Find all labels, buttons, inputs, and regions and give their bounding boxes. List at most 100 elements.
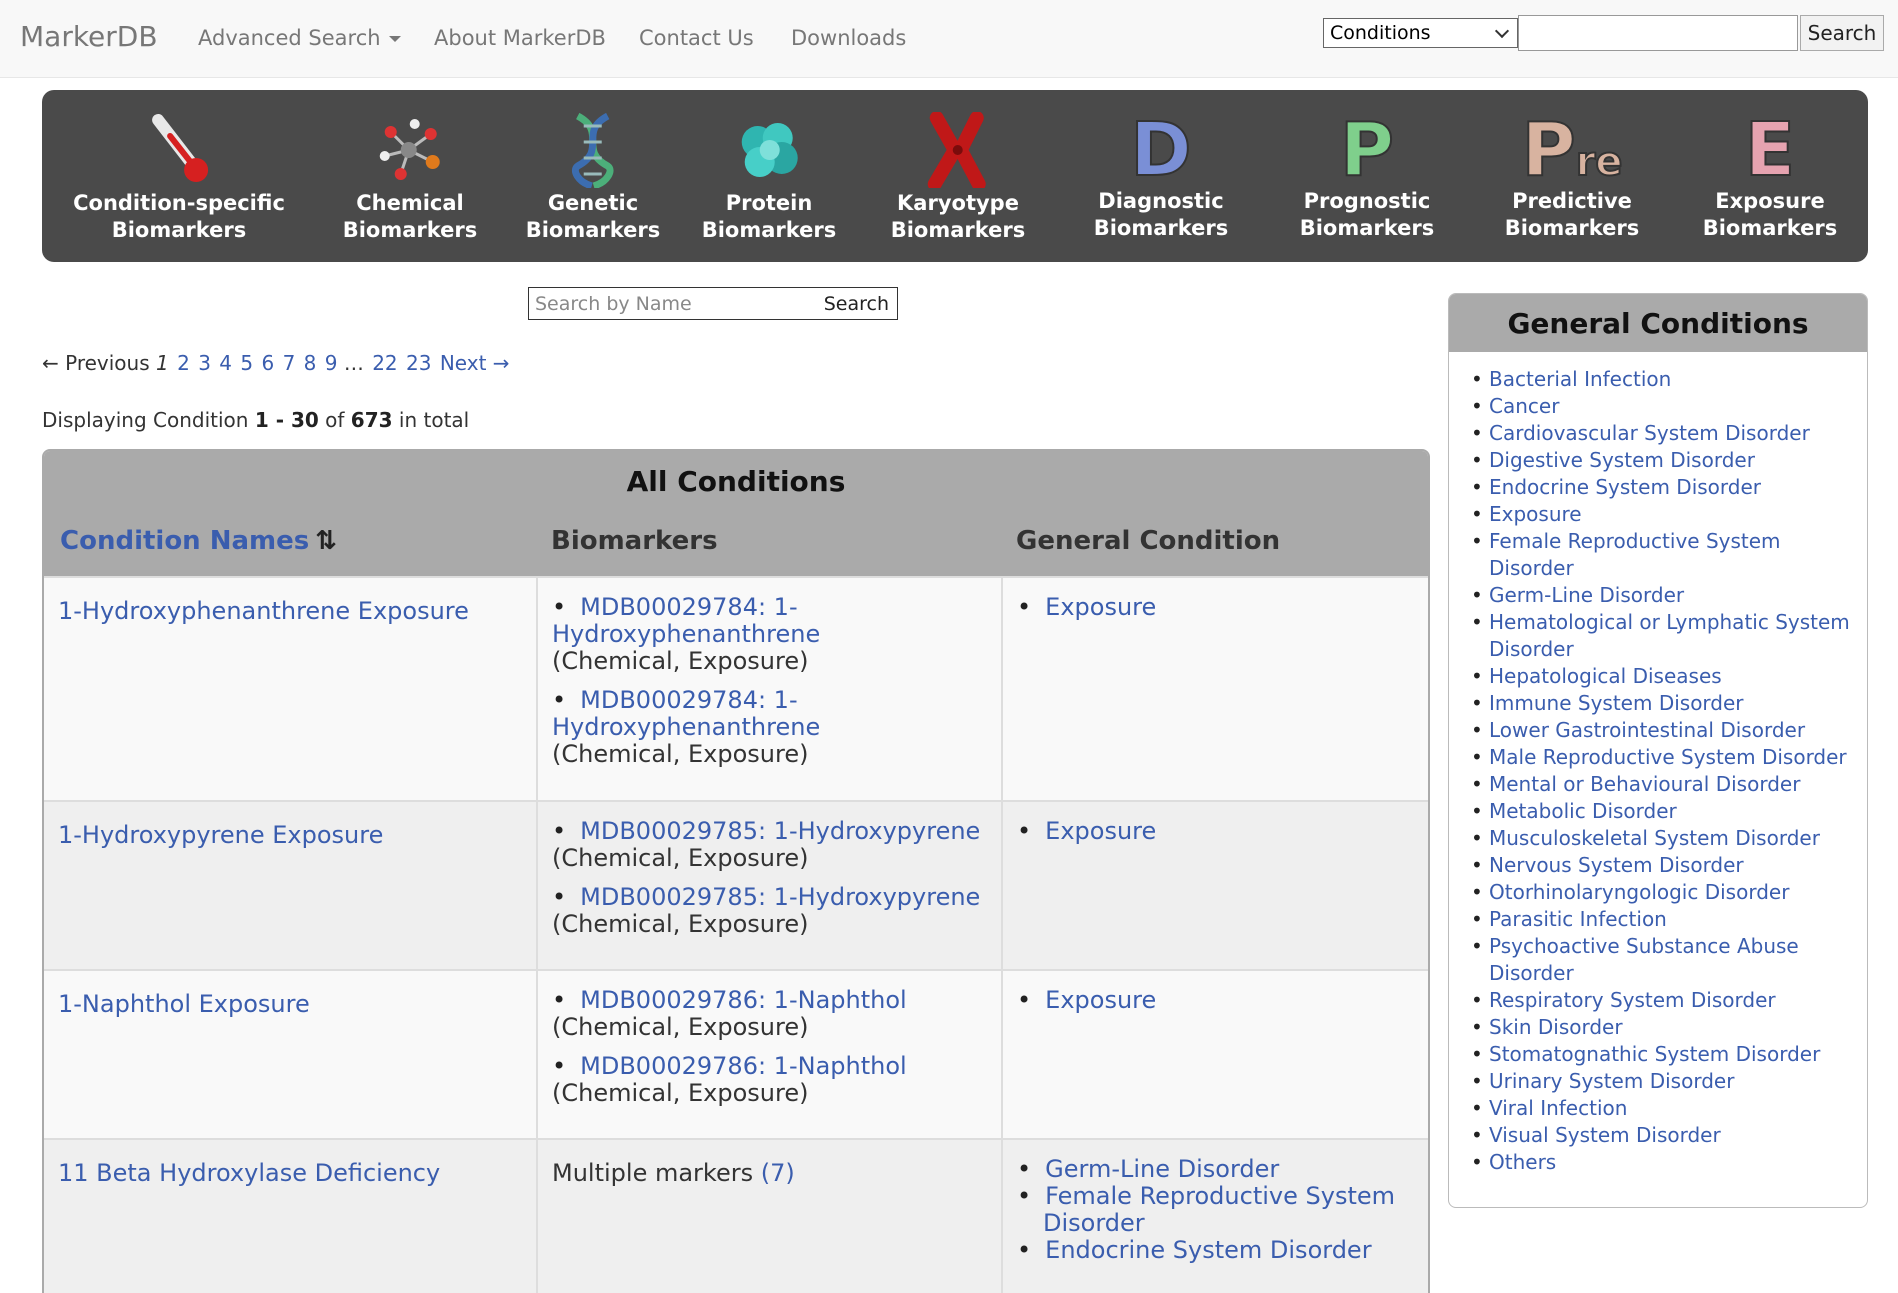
general-condition-link[interactable]: Female Reproductive System Disorder: [1043, 1182, 1395, 1237]
bullet-icon: •: [1471, 367, 1483, 391]
sidebar-condition-link[interactable]: Psychoactive Substance Abuse Disorder: [1489, 934, 1799, 985]
sidebar-condition-link[interactable]: Immune System Disorder: [1489, 691, 1744, 715]
sidebar-condition-link[interactable]: Musculoskeletal System Disorder: [1489, 826, 1820, 850]
sidebar-condition-link[interactable]: Hepatological Diseases: [1489, 664, 1722, 688]
sidebar-item: • Visual System Disorder: [1469, 1122, 1857, 1149]
category-protein[interactable]: Protein Biomarkers: [702, 112, 836, 244]
category-predictive[interactable]: Pre Predictive Biomarkers: [1505, 107, 1640, 242]
page-link[interactable]: 9: [325, 351, 338, 375]
category-genetic[interactable]: Genetic Biomarkers: [526, 112, 660, 244]
nav-downloads[interactable]: Downloads: [791, 26, 906, 50]
sidebar-condition-link[interactable]: Parasitic Infection: [1489, 907, 1667, 931]
page-link[interactable]: 5: [240, 351, 253, 375]
bullet-icon: •: [1471, 448, 1483, 472]
sidebar-condition-link[interactable]: Endocrine System Disorder: [1489, 475, 1761, 499]
letter-e-icon: E: [1744, 107, 1797, 193]
category-condition-specific[interactable]: Condition-specific Biomarkers: [73, 112, 285, 244]
header-condition-names[interactable]: Condition Names ⇅: [60, 526, 337, 556]
category-prognostic[interactable]: P Prognostic Biomarkers: [1300, 111, 1435, 242]
general-condition-link[interactable]: Endocrine System Disorder: [1045, 1236, 1371, 1264]
letter-pre-icon: Pre: [1520, 107, 1623, 193]
page-link[interactable]: 3: [198, 351, 211, 375]
nav-contact[interactable]: Contact Us: [639, 26, 754, 50]
category-karyotype[interactable]: Karyotype Biomarkers: [891, 112, 1025, 244]
chromosome-icon: [927, 112, 986, 188]
name-search-input[interactable]: Search by Name: [529, 293, 824, 315]
page-link[interactable]: 7: [283, 351, 296, 375]
general-condition-link[interactable]: Exposure: [1045, 817, 1156, 845]
sidebar-condition-link[interactable]: Exposure: [1489, 502, 1582, 526]
marker-link[interactable]: MDB00029784: 1-: [580, 686, 797, 714]
dna-icon: [572, 112, 614, 188]
brand-logo[interactable]: MarkerDB: [20, 20, 158, 53]
bullet-icon: •: [1471, 745, 1483, 769]
condition-link[interactable]: 1-Hydroxypyrene Exposure: [58, 821, 383, 849]
page-link[interactable]: 6: [261, 351, 274, 375]
name-search-button[interactable]: Search: [824, 293, 897, 315]
sidebar-condition-link[interactable]: Cardiovascular System Disorder: [1489, 421, 1810, 445]
sidebar-condition-link[interactable]: Bacterial Infection: [1489, 367, 1671, 391]
sidebar-condition-link[interactable]: Lower Gastrointestinal Disorder: [1489, 718, 1805, 742]
marker-link[interactable]: MDB00029785: 1-Hydroxypyrene: [580, 883, 980, 911]
next-page-link[interactable]: Next →: [440, 351, 510, 375]
sidebar-condition-link[interactable]: Otorhinolaryngologic Disorder: [1489, 880, 1789, 904]
category-exposure[interactable]: E Exposure Biomarkers: [1703, 107, 1838, 242]
condition-link[interactable]: 1-Naphthol Exposure: [58, 990, 310, 1018]
bullet-icon: •: [1471, 394, 1483, 418]
nav-search-button[interactable]: Search: [1800, 15, 1884, 51]
marker-link[interactable]: MDB00029784: 1-: [580, 593, 797, 621]
sidebar-condition-link[interactable]: Metabolic Disorder: [1489, 799, 1677, 823]
bullet-icon: •: [1471, 880, 1483, 904]
bullet-icon: •: [1471, 934, 1483, 958]
marker-item: • MDB00029786: 1-Naphthol (Chemical, Expos…: [552, 986, 907, 1041]
bullet-icon: •: [1471, 988, 1483, 1012]
page-link[interactable]: 4: [219, 351, 232, 375]
page-link[interactable]: 8: [304, 351, 317, 375]
sidebar-condition-link[interactable]: Germ-Line Disorder: [1489, 583, 1684, 607]
marker-link[interactable]: Hydroxyphenanthrene: [552, 620, 820, 648]
multiple-markers-count[interactable]: (7): [761, 1159, 795, 1187]
sidebar-item: • Endocrine System Disorder: [1469, 474, 1857, 501]
marker-item: • MDB00029785: 1-Hydroxypyrene (Chemical, …: [552, 817, 981, 872]
name-search-box[interactable]: Search by Name Search: [528, 287, 898, 320]
sidebar-item: • Metabolic Disorder: [1469, 798, 1857, 825]
sidebar-condition-link[interactable]: Hematological or Lymphatic System Disord…: [1489, 610, 1850, 661]
sidebar-condition-link[interactable]: Mental or Behavioural Disorder: [1489, 772, 1800, 796]
sidebar-condition-link[interactable]: Digestive System Disorder: [1489, 448, 1755, 472]
display-count: Displaying Condition 1 - 30 of 673 in to…: [42, 408, 470, 432]
sidebar-condition-link[interactable]: Others: [1489, 1150, 1556, 1174]
marker-link[interactable]: MDB00029786: 1-Naphthol: [580, 1052, 907, 1080]
marker-link[interactable]: Hydroxyphenanthrene: [552, 713, 820, 741]
sidebar-condition-link[interactable]: Stomatognathic System Disorder: [1489, 1042, 1820, 1066]
sidebar-condition-link[interactable]: Skin Disorder: [1489, 1015, 1623, 1039]
condition-link[interactable]: 1-Hydroxyphenanthrene Exposure: [58, 597, 469, 625]
sidebar-condition-link[interactable]: Viral Infection: [1489, 1096, 1627, 1120]
sidebar-condition-link[interactable]: Female Reproductive System Disorder: [1489, 529, 1781, 580]
nav-about[interactable]: About MarkerDB: [434, 26, 606, 50]
sidebar-condition-link[interactable]: Male Reproductive System Disorder: [1489, 745, 1847, 769]
marker-link[interactable]: MDB00029785: 1-Hydroxypyrene: [580, 817, 980, 845]
search-type-select[interactable]: Conditions: [1323, 18, 1518, 48]
sidebar-condition-link[interactable]: Nervous System Disorder: [1489, 853, 1744, 877]
page-link[interactable]: 22: [372, 351, 397, 375]
category-chemical[interactable]: Chemical Biomarkers: [343, 112, 477, 244]
general-condition-link[interactable]: Exposure: [1045, 986, 1156, 1014]
marker-link[interactable]: MDB00029786: 1-Naphthol: [580, 986, 907, 1014]
page-link[interactable]: 2: [177, 351, 190, 375]
sidebar-condition-link[interactable]: Urinary System Disorder: [1489, 1069, 1734, 1093]
sidebar-condition-link[interactable]: Cancer: [1489, 394, 1559, 418]
bullet-icon: •: [1471, 826, 1483, 850]
sidebar-condition-link[interactable]: Respiratory System Disorder: [1489, 988, 1776, 1012]
nav-advanced-search[interactable]: Advanced Search: [198, 26, 401, 50]
bullet-icon: •: [1471, 610, 1483, 634]
biomarker-category-banner: Condition-specific Biomarkers Chemical B…: [42, 90, 1868, 262]
nav-search-input[interactable]: [1518, 15, 1798, 51]
sidebar-condition-link[interactable]: Visual System Disorder: [1489, 1123, 1721, 1147]
condition-link[interactable]: 11 Beta Hydroxylase Deficiency: [58, 1159, 440, 1187]
sidebar-item: • Skin Disorder: [1469, 1014, 1857, 1041]
general-condition-link[interactable]: Exposure: [1045, 593, 1156, 621]
sidebar-item: • Lower Gastrointestinal Disorder: [1469, 717, 1857, 744]
category-diagnostic[interactable]: D Diagnostic Biomarkers: [1094, 111, 1229, 242]
general-condition-link[interactable]: Germ-Line Disorder: [1045, 1155, 1279, 1183]
page-link[interactable]: 23: [406, 351, 431, 375]
